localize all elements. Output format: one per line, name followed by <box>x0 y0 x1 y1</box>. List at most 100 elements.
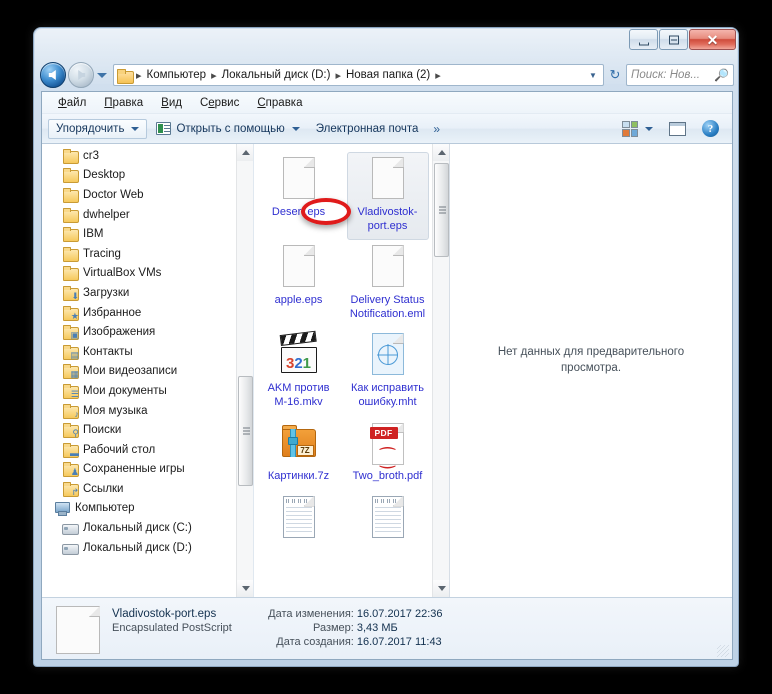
search-input[interactable]: Поиск: Нов... 🔍 <box>626 64 734 86</box>
folder-badge-icon: ⬇ <box>71 290 79 301</box>
file-item[interactable]: Delivery Status Notification.eml <box>347 240 429 328</box>
recent-pages-dropdown[interactable] <box>94 62 110 88</box>
tree-item[interactable]: Локальный диск (C:) <box>42 518 236 538</box>
file-icon <box>280 495 318 542</box>
file-item[interactable] <box>347 491 429 552</box>
blank-document-icon <box>371 245 404 287</box>
close-button[interactable]: ✕ <box>689 29 736 50</box>
file-list-scrollbar[interactable] <box>432 144 449 597</box>
title-bar: ✕ <box>34 28 740 58</box>
email-button[interactable]: Электронная почта <box>309 120 426 138</box>
file-item[interactable]: 7Z Картинки.7z <box>258 416 340 491</box>
file-icon <box>369 245 407 291</box>
file-item-label: Картинки.7z <box>267 470 330 482</box>
address-bar: Компьютер Локальный диск (D:) Новая папк… <box>34 60 740 90</box>
folder-icon <box>62 227 79 243</box>
menu-edit[interactable]: Правка <box>96 95 151 111</box>
change-view-button[interactable] <box>615 118 660 140</box>
back-button[interactable] <box>40 62 66 88</box>
menu-help[interactable]: Справка <box>249 95 310 111</box>
refresh-button[interactable]: ↻ <box>604 64 626 86</box>
tree-item-label: Tracing <box>83 247 121 260</box>
folder-icon <box>62 246 79 262</box>
file-item[interactable]: 321 AKM против M-16.mkv <box>258 328 340 416</box>
tree-item-label: cr3 <box>83 149 99 162</box>
tree-item[interactable]: ⚲ Поиски <box>42 420 236 440</box>
scrollbar-thumb[interactable] <box>434 163 449 257</box>
tree-item[interactable]: IBM <box>42 224 236 244</box>
file-icon: 7Z <box>280 421 318 467</box>
menu-view[interactable]: Вид <box>153 95 190 111</box>
menu-file[interactable]: Файл <box>50 95 94 111</box>
file-item[interactable] <box>258 491 340 552</box>
tree-item[interactable]: ▬ Рабочий стол <box>42 440 236 460</box>
tree-item[interactable]: ▦ Мои видеозаписи <box>42 362 236 382</box>
navigation-pane-scrollbar[interactable] <box>236 144 253 597</box>
tree-item-label: Desktop <box>83 169 126 182</box>
tree-item[interactable]: cr3 <box>42 146 236 166</box>
screenshot-root: ✕ Компьютер Локальный диск (D:) Новая па… <box>0 0 772 694</box>
file-item[interactable]: PDF ⁐ Two_broth.pdf <box>347 416 429 491</box>
tree-item-label: dwhelper <box>83 208 130 221</box>
minimize-button[interactable] <box>629 29 658 50</box>
menu-tools[interactable]: Сервис <box>192 95 247 111</box>
tree-item[interactable]: Desktop <box>42 166 236 186</box>
folder-icon <box>62 148 79 164</box>
tree-item[interactable]: Tracing <box>42 244 236 264</box>
scroll-up-button[interactable] <box>433 144 449 161</box>
breadcrumb-separator <box>134 69 144 82</box>
scroll-up-button[interactable] <box>237 144 253 161</box>
file-icon: 321 <box>279 330 318 379</box>
tree-item-label: Сохраненные игры <box>83 463 185 476</box>
chevron-up-icon <box>437 150 446 155</box>
breadcrumb-item-folder[interactable]: Новая папка (2) <box>343 69 433 81</box>
file-item[interactable]: Desert.eps <box>258 152 340 240</box>
open-with-button[interactable]: Открыть с помощью <box>149 119 306 138</box>
file-item[interactable]: Vladivostok-port.eps <box>346 152 429 240</box>
organize-button[interactable]: Упорядочить <box>48 118 148 139</box>
scrollbar-thumb[interactable] <box>238 376 253 486</box>
file-item[interactable]: apple.eps <box>258 240 340 328</box>
tree-item[interactable]: Doctor Web <box>42 185 236 205</box>
breadcrumb[interactable]: Компьютер Локальный диск (D:) Новая папк… <box>113 64 604 86</box>
breadcrumb-item-computer[interactable]: Компьютер <box>144 69 210 81</box>
resize-grip[interactable] <box>717 645 729 657</box>
details-key: Размер: <box>312 622 354 634</box>
preview-pane-button[interactable] <box>662 119 693 139</box>
tree-item[interactable]: ♟ Сохраненные игры <box>42 460 236 480</box>
tree-item-label: Моя музыка <box>83 404 148 417</box>
panes-container: cr3 Desktop Doctor Web dwhelper IBM Tracing Vi… <box>42 144 732 597</box>
drive-icon <box>62 541 79 555</box>
maximize-icon <box>668 35 679 44</box>
tree-item[interactable]: ☰ Мои документы <box>42 381 236 401</box>
breadcrumb-item-drive-d[interactable]: Локальный диск (D:) <box>219 69 334 81</box>
help-button[interactable]: ? <box>695 117 726 140</box>
scroll-down-button[interactable] <box>237 580 253 597</box>
close-icon: ✕ <box>706 31 719 48</box>
text-document-icon <box>371 495 404 538</box>
tree-item[interactable]: Компьютер <box>42 499 236 519</box>
minimize-icon <box>638 42 649 45</box>
file-item-label: apple.eps <box>274 294 323 306</box>
maximize-button[interactable] <box>659 29 688 50</box>
forward-button[interactable] <box>68 62 94 88</box>
tree-item[interactable]: dwhelper <box>42 205 236 225</box>
folder-documents-icon: ☰ <box>62 383 79 399</box>
overflow-button[interactable]: » <box>427 119 446 139</box>
search-icon: 🔍 <box>714 68 729 82</box>
file-icon <box>369 157 407 203</box>
chevron-down-icon[interactable] <box>585 71 601 80</box>
tree-item-label: Поиски <box>83 424 122 437</box>
tree-item[interactable]: ↱ Ссылки <box>42 479 236 499</box>
file-item[interactable]: Как исправить ошибку.mht <box>347 328 429 416</box>
scroll-down-button[interactable] <box>433 580 449 597</box>
tree-item[interactable]: ▤ Контакты <box>42 342 236 362</box>
tree-item[interactable]: VirtualBox VMs <box>42 264 236 284</box>
tree-item[interactable]: ⬇ Загрузки <box>42 283 236 303</box>
folder-searches-icon: ⚲ <box>62 423 79 439</box>
tree-item[interactable]: ♪ Моя музыка <box>42 401 236 421</box>
tree-item[interactable]: ★ Избранное <box>42 303 236 323</box>
web-archive-icon <box>371 333 404 375</box>
tree-item[interactable]: ▣ Изображения <box>42 322 236 342</box>
tree-item[interactable]: Локальный диск (D:) <box>42 538 236 558</box>
